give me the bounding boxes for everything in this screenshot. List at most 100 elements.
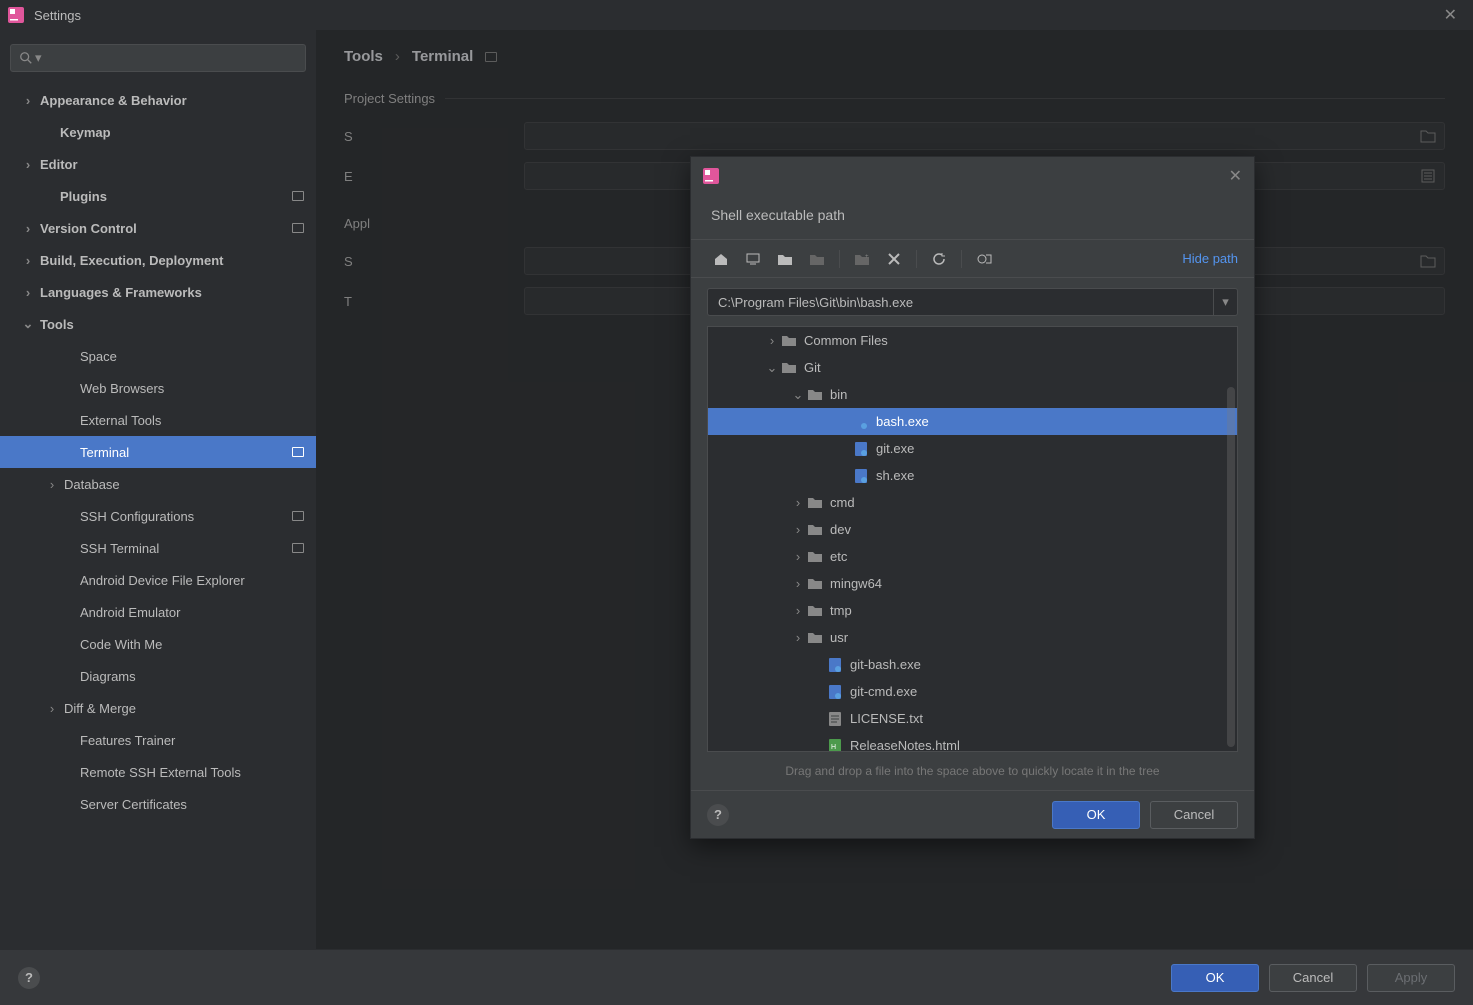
file-tree[interactable]: ›Common Files⌄Git⌄binbash.exegit.exesh.e… (707, 326, 1238, 752)
cancel-button[interactable]: Cancel (1150, 801, 1238, 829)
content-panel: Tools › Terminal Project Settings S E Ap… (316, 30, 1473, 949)
titlebar: Settings ✕ (0, 0, 1473, 30)
settings-footer: ? OK Cancel Apply (0, 949, 1473, 1005)
nav-label: Build, Execution, Deployment (40, 253, 316, 268)
new-folder-icon[interactable]: + (848, 247, 876, 271)
path-row: C:\Program Files\Git\bin\bash.exe ▾ (691, 278, 1254, 326)
scope-badge-icon (292, 543, 304, 553)
tree-node-etc[interactable]: ›etc (708, 543, 1237, 570)
nav-item-android-emulator[interactable]: Android Emulator (0, 596, 316, 628)
chevron-down-icon[interactable]: ▾ (1213, 289, 1237, 315)
txt-icon (826, 712, 844, 726)
scrollbar[interactable] (1227, 387, 1235, 747)
nav-tree: ›Appearance & BehaviorKeymap›EditorPlugi… (0, 84, 316, 949)
nav-label: Server Certificates (80, 797, 316, 812)
nav-item-editor[interactable]: › Editor (0, 148, 316, 180)
module-icon[interactable] (803, 247, 831, 271)
tree-node-dev[interactable]: ›dev (708, 516, 1237, 543)
nav-item-languages-frameworks[interactable]: › Languages & Frameworks (0, 276, 316, 308)
hide-path-link[interactable]: Hide path (1182, 251, 1238, 266)
folder-icon (806, 577, 824, 591)
tree-label: bash.exe (876, 414, 929, 429)
nav-label: SSH Configurations (80, 509, 292, 524)
close-icon[interactable]: ✕ (1436, 5, 1465, 25)
nav-item-terminal[interactable]: Terminal (0, 436, 316, 468)
tree-node-git-bash-exe[interactable]: git-bash.exe (708, 651, 1237, 678)
nav-label: Plugins (60, 189, 292, 204)
desktop-icon[interactable] (739, 247, 767, 271)
folder-icon (806, 496, 824, 510)
app-icon (8, 7, 24, 23)
tree-node-git-cmd-exe[interactable]: git-cmd.exe (708, 678, 1237, 705)
tree-node-mingw64[interactable]: ›mingw64 (708, 570, 1237, 597)
tree-label: git-bash.exe (850, 657, 921, 672)
nav-item-database[interactable]: ›Database (0, 468, 316, 500)
tree-label: Common Files (804, 333, 888, 348)
chevron-icon: › (790, 549, 806, 564)
nav-item-build-execution-deployment[interactable]: › Build, Execution, Deployment (0, 244, 316, 276)
nav-label: Database (64, 477, 316, 492)
tree-node-git[interactable]: ⌄Git (708, 354, 1237, 381)
tree-node-cmd[interactable]: ›cmd (708, 489, 1237, 516)
nav-label: Appearance & Behavior (40, 93, 316, 108)
chevron-icon: › (790, 576, 806, 591)
delete-icon[interactable] (880, 247, 908, 271)
search-input[interactable]: ▾ (10, 44, 306, 72)
home-icon[interactable] (707, 247, 735, 271)
nav-item-ssh-configurations[interactable]: SSH Configurations (0, 500, 316, 532)
nav-item-ssh-terminal[interactable]: SSH Terminal (0, 532, 316, 564)
nav-item-appearance-behavior[interactable]: ›Appearance & Behavior (0, 84, 316, 116)
ok-button[interactable]: OK (1171, 964, 1259, 992)
nav-item-remote-ssh-external-tools[interactable]: Remote SSH External Tools (0, 756, 316, 788)
nav-item-web-browsers[interactable]: Web Browsers (0, 372, 316, 404)
apply-button[interactable]: Apply (1367, 964, 1455, 992)
tree-node-sh-exe[interactable]: sh.exe (708, 462, 1237, 489)
folder-icon (806, 388, 824, 402)
nav-label: Editor (40, 157, 316, 172)
tree-label: ReleaseNotes.html (850, 738, 960, 752)
nav-item-diagrams[interactable]: Diagrams (0, 660, 316, 692)
tree-node-git-exe[interactable]: git.exe (708, 435, 1237, 462)
search-caret: ▾ (35, 50, 42, 66)
nav-item-external-tools[interactable]: External Tools (0, 404, 316, 436)
nav-item-server-certificates[interactable]: Server Certificates (0, 788, 316, 820)
tree-node-bash-exe[interactable]: bash.exe (708, 408, 1237, 435)
chevron-icon: › (20, 285, 36, 300)
nav-item-keymap[interactable]: Keymap (0, 116, 316, 148)
window-title: Settings (34, 8, 1436, 23)
nav-item-version-control[interactable]: ›Version Control (0, 212, 316, 244)
nav-item-android-device-file-explorer[interactable]: Android Device File Explorer (0, 564, 316, 596)
project-icon[interactable] (771, 247, 799, 271)
cancel-button[interactable]: Cancel (1269, 964, 1357, 992)
nav-item-space[interactable]: Space (0, 340, 316, 372)
help-icon[interactable]: ? (18, 967, 40, 989)
nav-item-tools[interactable]: ⌄Tools (0, 308, 316, 340)
nav-item-code-with-me[interactable]: Code With Me (0, 628, 316, 660)
tree-label: Git (804, 360, 821, 375)
show-hidden-icon[interactable] (970, 247, 998, 271)
nav-item-plugins[interactable]: Plugins (0, 180, 316, 212)
scope-badge-icon (292, 447, 304, 457)
tree-label: usr (830, 630, 848, 645)
help-icon[interactable]: ? (707, 804, 729, 826)
tree-node-bin[interactable]: ⌄bin (708, 381, 1237, 408)
ok-button[interactable]: OK (1052, 801, 1140, 829)
path-text: C:\Program Files\Git\bin\bash.exe (708, 295, 1213, 310)
nav-item-diff-merge[interactable]: ›Diff & Merge (0, 692, 316, 724)
nav-item-features-trainer[interactable]: Features Trainer (0, 724, 316, 756)
chevron-icon: › (20, 157, 36, 172)
tree-node-license-txt[interactable]: LICENSE.txt (708, 705, 1237, 732)
tree-node-usr[interactable]: ›usr (708, 624, 1237, 651)
chevron-icon: ⌄ (20, 316, 36, 332)
tree-node-common-files[interactable]: ›Common Files (708, 327, 1237, 354)
close-icon[interactable]: ✕ (1229, 166, 1242, 186)
path-input[interactable]: C:\Program Files\Git\bin\bash.exe ▾ (707, 288, 1238, 316)
refresh-icon[interactable] (925, 247, 953, 271)
tree-label: dev (830, 522, 851, 537)
nav-label: Android Device File Explorer (80, 573, 316, 588)
tree-node-releasenotes-html[interactable]: HReleaseNotes.html (708, 732, 1237, 752)
tree-label: LICENSE.txt (850, 711, 923, 726)
nav-label: Languages & Frameworks (40, 285, 316, 300)
tree-node-tmp[interactable]: ›tmp (708, 597, 1237, 624)
chevron-icon: › (20, 253, 36, 268)
